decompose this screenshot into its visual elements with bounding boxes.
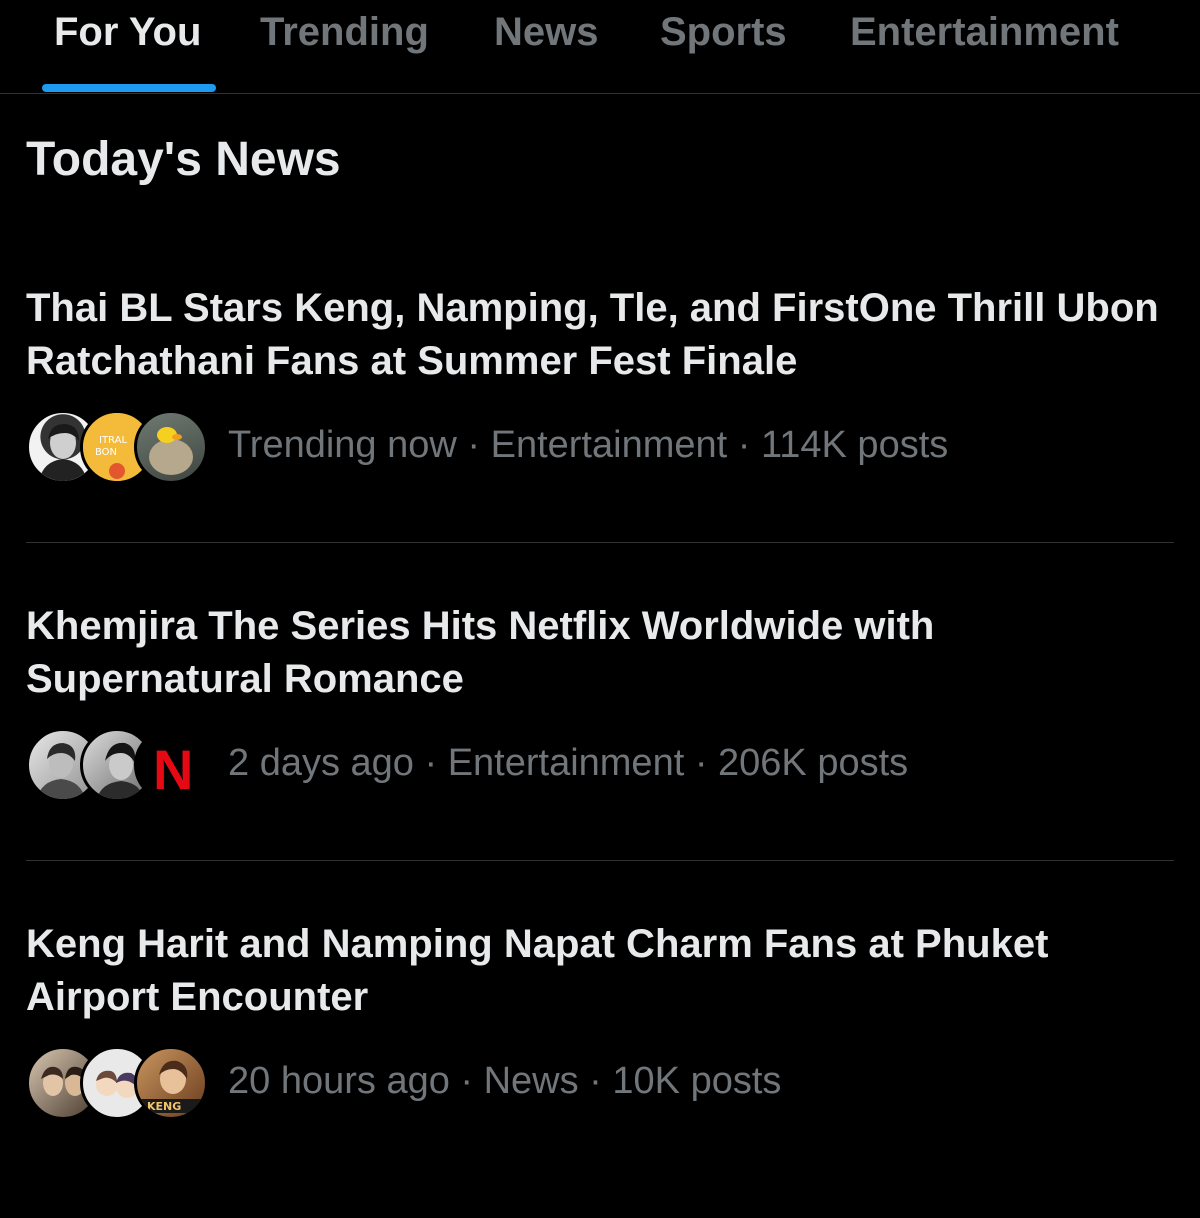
- portrait-icon: KENG: [141, 1060, 201, 1113]
- story-headline[interactable]: Khemjira The Series Hits Netflix Worldwi…: [26, 600, 1166, 706]
- story-meta: Trending now · Entertainment · 114K post…: [228, 424, 949, 466]
- tab-sports[interactable]: Sports: [660, 10, 787, 58]
- news-story[interactable]: Keng Harit and Namping Napat Charm Fans …: [0, 918, 1200, 1218]
- section-title: Today's News: [26, 133, 341, 186]
- story-meta: 2 days ago · Entertainment · 206K posts: [228, 742, 909, 784]
- tab-bar: For You Trending News Sports Entertainme…: [0, 0, 1200, 94]
- duck-icon: [149, 427, 193, 475]
- news-story[interactable]: Thai BL Stars Keng, Namping, Tle, and Fi…: [0, 282, 1200, 582]
- netflix-logo-icon: N: [137, 731, 205, 799]
- tab-entertainment[interactable]: Entertainment: [850, 10, 1119, 58]
- avatar: [134, 410, 208, 484]
- story-meta: 20 hours ago · News · 10K posts: [228, 1060, 782, 1102]
- svg-text:KENG: KENG: [147, 1100, 181, 1113]
- divider: [26, 860, 1174, 861]
- svg-text:ITRAL: ITRAL: [99, 435, 127, 446]
- tab-trending[interactable]: Trending: [260, 10, 429, 58]
- story-avatars: ITRAL BON: [26, 410, 208, 486]
- active-tab-indicator: [42, 84, 216, 92]
- news-story[interactable]: Khemjira The Series Hits Netflix Worldwi…: [0, 600, 1200, 900]
- tab-for-you[interactable]: For You: [54, 10, 201, 58]
- tab-news[interactable]: News: [494, 10, 599, 58]
- divider: [26, 542, 1174, 543]
- avatar: KENG: [134, 1046, 208, 1120]
- avatar: N: [134, 728, 208, 802]
- story-avatars: N: [26, 728, 208, 804]
- story-headline[interactable]: Keng Harit and Namping Napat Charm Fans …: [26, 918, 1166, 1024]
- svg-text:BON: BON: [95, 447, 117, 458]
- story-avatars: KENG: [26, 1046, 208, 1122]
- story-headline[interactable]: Thai BL Stars Keng, Namping, Tle, and Fi…: [26, 282, 1166, 388]
- svg-text:N: N: [153, 738, 193, 799]
